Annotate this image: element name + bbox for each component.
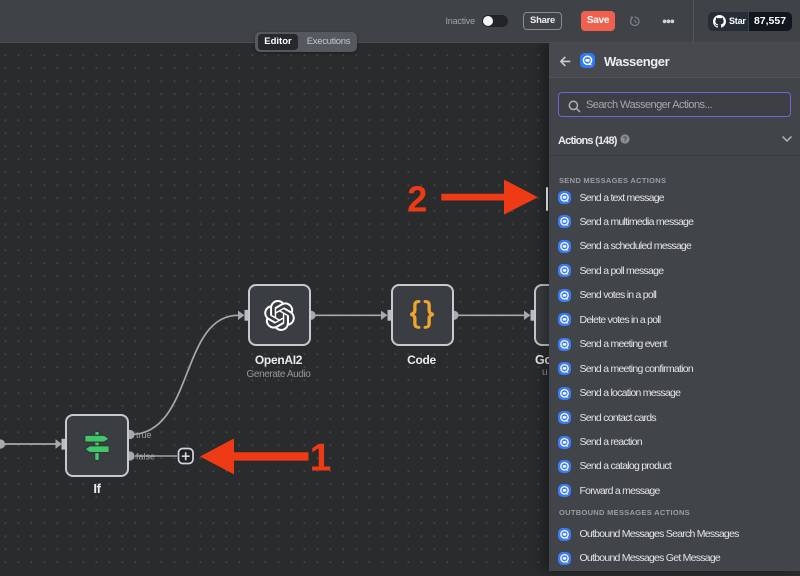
svg-text:1: 1: [310, 437, 332, 480]
svg-text:2: 2: [407, 179, 427, 220]
svg-text:?: ?: [623, 136, 627, 144]
svg-text:true: true: [136, 430, 152, 440]
